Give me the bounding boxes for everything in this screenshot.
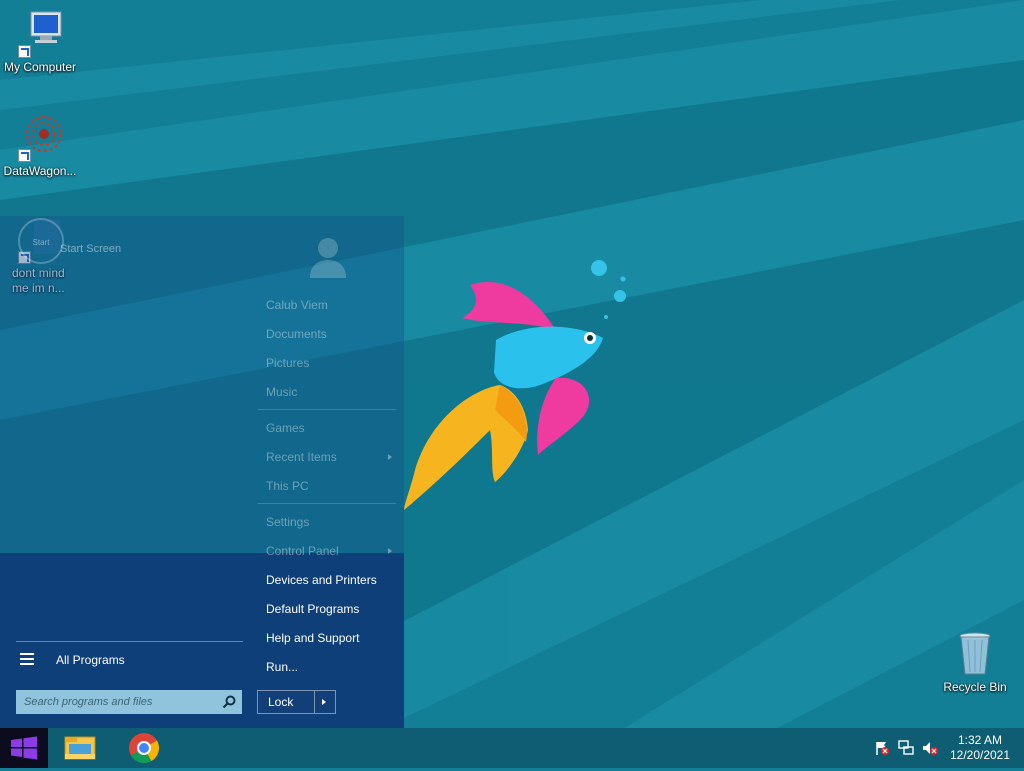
action-center-flag-icon[interactable] <box>874 740 890 756</box>
pinned-start-screen-label: Start Screen <box>60 243 122 255</box>
start-menu-item-user[interactable]: Calub Viem <box>266 295 398 315</box>
start-menu-item-default-programs[interactable]: Default Programs <box>266 599 398 619</box>
all-programs-button[interactable]: All Programs <box>16 651 242 671</box>
network-icon[interactable] <box>898 740 914 756</box>
chrome-icon <box>129 733 160 764</box>
divider <box>16 641 243 642</box>
start-menu-item-devices-printers[interactable]: Devices and Printers <box>266 570 398 590</box>
shortcut-arrow-icon <box>18 149 31 162</box>
start-menu-item-music[interactable]: Music <box>266 382 398 402</box>
clock-time: 1:32 AM <box>957 733 1003 747</box>
divider <box>258 409 396 410</box>
list-icon <box>20 653 34 666</box>
chrome-button[interactable] <box>120 728 168 768</box>
computer-icon <box>16 10 64 58</box>
search-icon[interactable] <box>222 695 236 709</box>
desktop-icon-my-computer[interactable]: My Computer <box>0 10 80 75</box>
recycle-bin-icon <box>951 630 999 678</box>
file-explorer-button[interactable] <box>56 728 104 768</box>
desktop-icon-label: Recycle Bin <box>943 680 1007 694</box>
clock-date: 12/20/2021 <box>949 748 1011 762</box>
file-explorer-icon <box>64 736 96 760</box>
start-screen-tile: Start <box>18 218 64 264</box>
start-menu-item-games[interactable]: Games <box>266 418 398 438</box>
lock-button[interactable]: Lock <box>257 690 336 714</box>
volume-muted-icon[interactable] <box>922 740 938 756</box>
start-menu-item-pictures[interactable]: Pictures <box>266 353 398 373</box>
divider <box>314 691 315 713</box>
power-options-arrow-icon[interactable] <box>322 699 326 705</box>
taskbar: 1:32 AM 12/20/2021 <box>0 728 1024 768</box>
desktop-icon-label: DataWagon... <box>3 164 77 178</box>
recent-items-label: Recent Items <box>266 450 337 464</box>
divider <box>258 503 396 504</box>
user-avatar-icon[interactable] <box>308 234 348 278</box>
submenu-arrow-icon <box>388 454 392 460</box>
start-button[interactable] <box>0 728 48 768</box>
pinned-start-screen[interactable]: Start Start Screen <box>18 218 218 278</box>
control-panel-label: Control Panel <box>266 544 339 558</box>
submenu-arrow-icon <box>388 548 392 554</box>
desktop-icon-recycle-bin[interactable]: Recycle Bin <box>935 630 1015 695</box>
start-menu-item-help-support[interactable]: Help and Support <box>266 628 398 648</box>
search-box[interactable] <box>16 690 242 714</box>
search-input[interactable] <box>16 690 224 714</box>
start-menu: Start Start Screen All Programs <box>0 216 404 728</box>
all-programs-label: All Programs <box>56 653 125 667</box>
windows-logo-icon <box>11 736 37 760</box>
shortcut-arrow-icon <box>18 45 31 58</box>
taskbar-clock[interactable]: 1:32 AM 12/20/2021 <box>940 733 1020 763</box>
start-menu-item-control-panel[interactable]: Control Panel <box>266 541 398 561</box>
start-menu-item-run[interactable]: Run... <box>266 657 398 677</box>
start-menu-item-documents[interactable]: Documents <box>266 324 398 344</box>
start-menu-item-recent-items[interactable]: Recent Items <box>266 447 398 467</box>
desktop-icon-datawagon[interactable]: DataWagon... <box>0 114 80 179</box>
lock-label: Lock <box>268 695 294 709</box>
desktop-icon-label: My Computer <box>3 60 77 74</box>
start-menu-item-settings[interactable]: Settings <box>266 512 398 532</box>
datawagon-gear-icon <box>16 114 64 162</box>
start-menu-item-this-pc[interactable]: This PC <box>266 476 398 496</box>
